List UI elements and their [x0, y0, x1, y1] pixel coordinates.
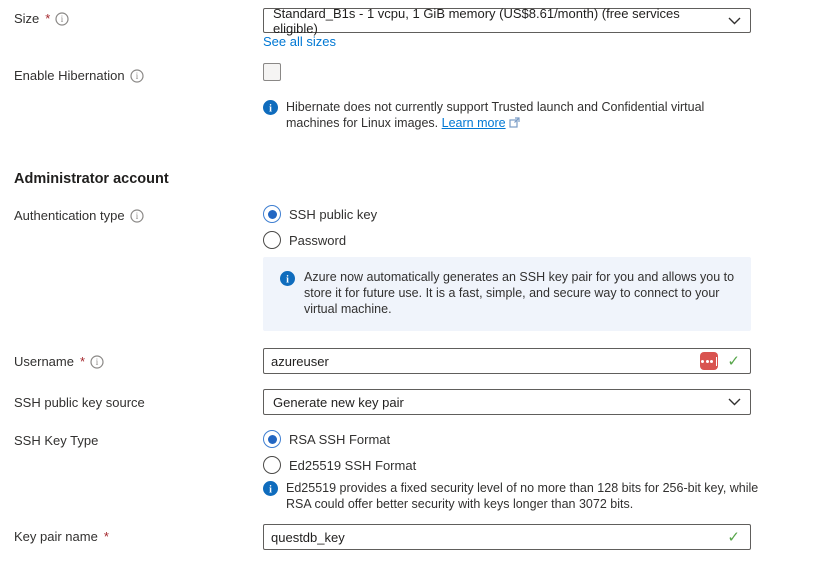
auth-type-label-text: Authentication type: [14, 208, 125, 223]
radio-icon: [263, 231, 281, 249]
ssh-keypair-infobox: i Azure now automatically generates an S…: [263, 257, 751, 331]
username-label-text: Username: [14, 354, 74, 369]
username-label: Username * i: [14, 354, 104, 369]
radio-ssh-public-key[interactable]: SSH public key: [263, 205, 377, 223]
auth-type-label: Authentication type i: [14, 208, 144, 223]
key-type-label-text: SSH Key Type: [14, 433, 98, 448]
svg-text:i: i: [96, 357, 99, 367]
radio-icon: [263, 205, 281, 223]
info-filled-icon: i: [263, 100, 278, 119]
username-input[interactable]: [271, 354, 694, 369]
key-pair-name-label: Key pair name *: [14, 529, 109, 544]
info-icon[interactable]: i: [90, 355, 104, 369]
radio-icon: [263, 456, 281, 474]
svg-text:i: i: [61, 14, 64, 24]
key-source-dropdown[interactable]: Generate new key pair: [263, 389, 751, 415]
hibernation-checkbox[interactable]: [263, 63, 281, 81]
size-label-text: Size: [14, 11, 39, 26]
valid-check-icon: ✓: [727, 354, 740, 369]
svg-text:i: i: [135, 71, 138, 81]
admin-account-heading: Administrator account: [14, 171, 169, 187]
password-manager-icon[interactable]: [700, 352, 718, 370]
radio-label: Ed25519 SSH Format: [289, 458, 416, 473]
radio-icon: [263, 430, 281, 448]
info-filled-icon: i: [280, 271, 295, 291]
radio-password[interactable]: Password: [263, 231, 346, 249]
see-all-sizes-link[interactable]: See all sizes: [263, 34, 336, 49]
svg-text:i: i: [286, 275, 289, 286]
key-pair-name-field-wrap: ✓: [263, 524, 751, 550]
key-source-dropdown-value: Generate new key pair: [273, 395, 404, 410]
hibernation-label-text: Enable Hibernation: [14, 68, 125, 83]
hibernate-note: i Hibernate does not currently support T…: [263, 99, 715, 132]
valid-check-icon: ✓: [727, 530, 740, 545]
chevron-down-icon: [728, 17, 741, 25]
size-dropdown-value: Standard_B1s - 1 vcpu, 1 GiB memory (US$…: [273, 6, 720, 36]
info-icon[interactable]: i: [55, 12, 69, 26]
ed25519-note: i Ed25519 provides a fixed security leve…: [263, 480, 783, 512]
radio-label: Password: [289, 233, 346, 248]
svg-text:i: i: [269, 104, 272, 115]
svg-text:i: i: [269, 485, 272, 496]
ed25519-note-text: Ed25519 provides a fixed security level …: [286, 480, 778, 512]
required-asterisk: *: [45, 11, 50, 26]
key-source-label: SSH public key source: [14, 395, 145, 410]
learn-more-link[interactable]: Learn more: [442, 116, 506, 130]
radio-label: RSA SSH Format: [289, 432, 390, 447]
radio-label: SSH public key: [289, 207, 377, 222]
ssh-keypair-infobox-text: Azure now automatically generates an SSH…: [304, 269, 737, 317]
info-icon[interactable]: i: [130, 69, 144, 83]
key-pair-name-input[interactable]: [271, 530, 718, 545]
vm-create-form: Size * i Standard_B1s - 1 vcpu, 1 GiB mem…: [0, 0, 833, 570]
info-icon[interactable]: i: [130, 209, 144, 223]
size-dropdown[interactable]: Standard_B1s - 1 vcpu, 1 GiB memory (US$…: [263, 8, 751, 33]
svg-text:i: i: [135, 211, 138, 221]
radio-rsa-ssh-format[interactable]: RSA SSH Format: [263, 430, 390, 448]
info-filled-icon: i: [263, 481, 278, 500]
hibernation-label: Enable Hibernation i: [14, 68, 144, 83]
username-field-wrap: ✓: [263, 348, 751, 374]
key-pair-name-label-text: Key pair name: [14, 529, 98, 544]
required-asterisk: *: [80, 354, 85, 369]
external-link-icon: [509, 116, 520, 132]
chevron-down-icon: [728, 398, 741, 406]
key-source-label-text: SSH public key source: [14, 395, 145, 410]
size-label: Size * i: [14, 11, 69, 26]
required-asterisk: *: [104, 529, 109, 544]
radio-ed25519-ssh-format[interactable]: Ed25519 SSH Format: [263, 456, 416, 474]
hibernate-note-text: Hibernate does not currently support Tru…: [286, 99, 710, 132]
key-type-label: SSH Key Type: [14, 433, 98, 448]
